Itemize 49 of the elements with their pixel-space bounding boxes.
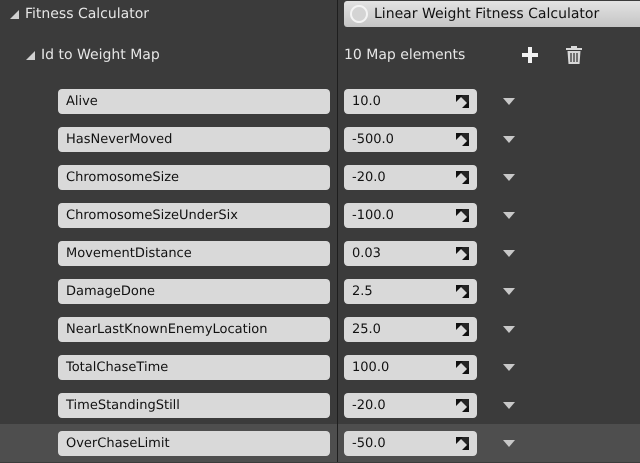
value-field[interactable]: 10.0 bbox=[344, 88, 477, 114]
drag-handle-icon[interactable] bbox=[456, 170, 469, 184]
value-field[interactable]: 0.03 bbox=[344, 240, 477, 266]
dropdown-icon[interactable] bbox=[503, 98, 515, 104]
key-field[interactable]: TotalChaseTime bbox=[58, 354, 330, 380]
dropdown-icon[interactable] bbox=[503, 136, 515, 142]
drag-handle-icon[interactable] bbox=[456, 246, 469, 260]
drag-handle-icon[interactable] bbox=[456, 322, 469, 336]
drag-handle-icon[interactable] bbox=[456, 94, 469, 108]
value-field[interactable]: 25.0 bbox=[344, 316, 477, 342]
key-field[interactable]: HasNeverMoved bbox=[58, 126, 330, 152]
drag-handle-icon[interactable] bbox=[456, 208, 469, 222]
dropdown-icon[interactable] bbox=[503, 326, 515, 332]
drag-handle-icon[interactable] bbox=[456, 436, 469, 450]
key-field[interactable]: ChromosomeSize bbox=[58, 164, 330, 190]
key-field[interactable]: MovementDistance bbox=[58, 240, 330, 266]
class-dropdown[interactable]: Linear Weight Fitness Calculator bbox=[344, 1, 640, 27]
add-icon[interactable] bbox=[522, 47, 538, 63]
drag-handle-icon[interactable] bbox=[456, 398, 469, 412]
key-field[interactable]: OverChaseLimit bbox=[58, 430, 330, 456]
dropdown-icon[interactable] bbox=[503, 174, 515, 180]
value-field[interactable]: -50.0 bbox=[344, 430, 477, 456]
circle-icon bbox=[350, 5, 368, 23]
map-label: Id to Weight Map bbox=[41, 47, 160, 63]
value-field[interactable]: -20.0 bbox=[344, 392, 477, 418]
key-field[interactable]: ChromosomeSizeUnderSix bbox=[58, 202, 330, 228]
key-field[interactable]: DamageDone bbox=[58, 278, 330, 304]
value-field[interactable]: -500.0 bbox=[344, 126, 477, 152]
dropdown-icon[interactable] bbox=[503, 440, 515, 446]
value-field[interactable]: -100.0 bbox=[344, 202, 477, 228]
element-count: 10 Map elements bbox=[344, 47, 466, 63]
expand-arrow-icon[interactable] bbox=[26, 50, 35, 60]
dropdown-icon[interactable] bbox=[503, 212, 515, 218]
expand-arrow-icon[interactable] bbox=[10, 10, 19, 18]
key-field[interactable]: TimeStandingStill bbox=[58, 392, 330, 418]
value-field[interactable]: -20.0 bbox=[344, 164, 477, 190]
dropdown-icon[interactable] bbox=[503, 402, 515, 408]
category-label: Fitness Calculator bbox=[25, 6, 150, 22]
trash-icon[interactable] bbox=[566, 46, 582, 64]
value-field[interactable]: 2.5 bbox=[344, 278, 477, 304]
drag-handle-icon[interactable] bbox=[456, 360, 469, 374]
dropdown-icon[interactable] bbox=[503, 250, 515, 256]
drag-handle-icon[interactable] bbox=[456, 284, 469, 298]
value-field[interactable]: 100.0 bbox=[344, 354, 477, 380]
dropdown-icon[interactable] bbox=[503, 288, 515, 294]
key-field[interactable]: NearLastKnownEnemyLocation bbox=[58, 316, 330, 342]
dropdown-icon[interactable] bbox=[503, 364, 515, 370]
key-field[interactable]: Alive bbox=[58, 88, 330, 114]
drag-handle-icon[interactable] bbox=[456, 132, 469, 146]
